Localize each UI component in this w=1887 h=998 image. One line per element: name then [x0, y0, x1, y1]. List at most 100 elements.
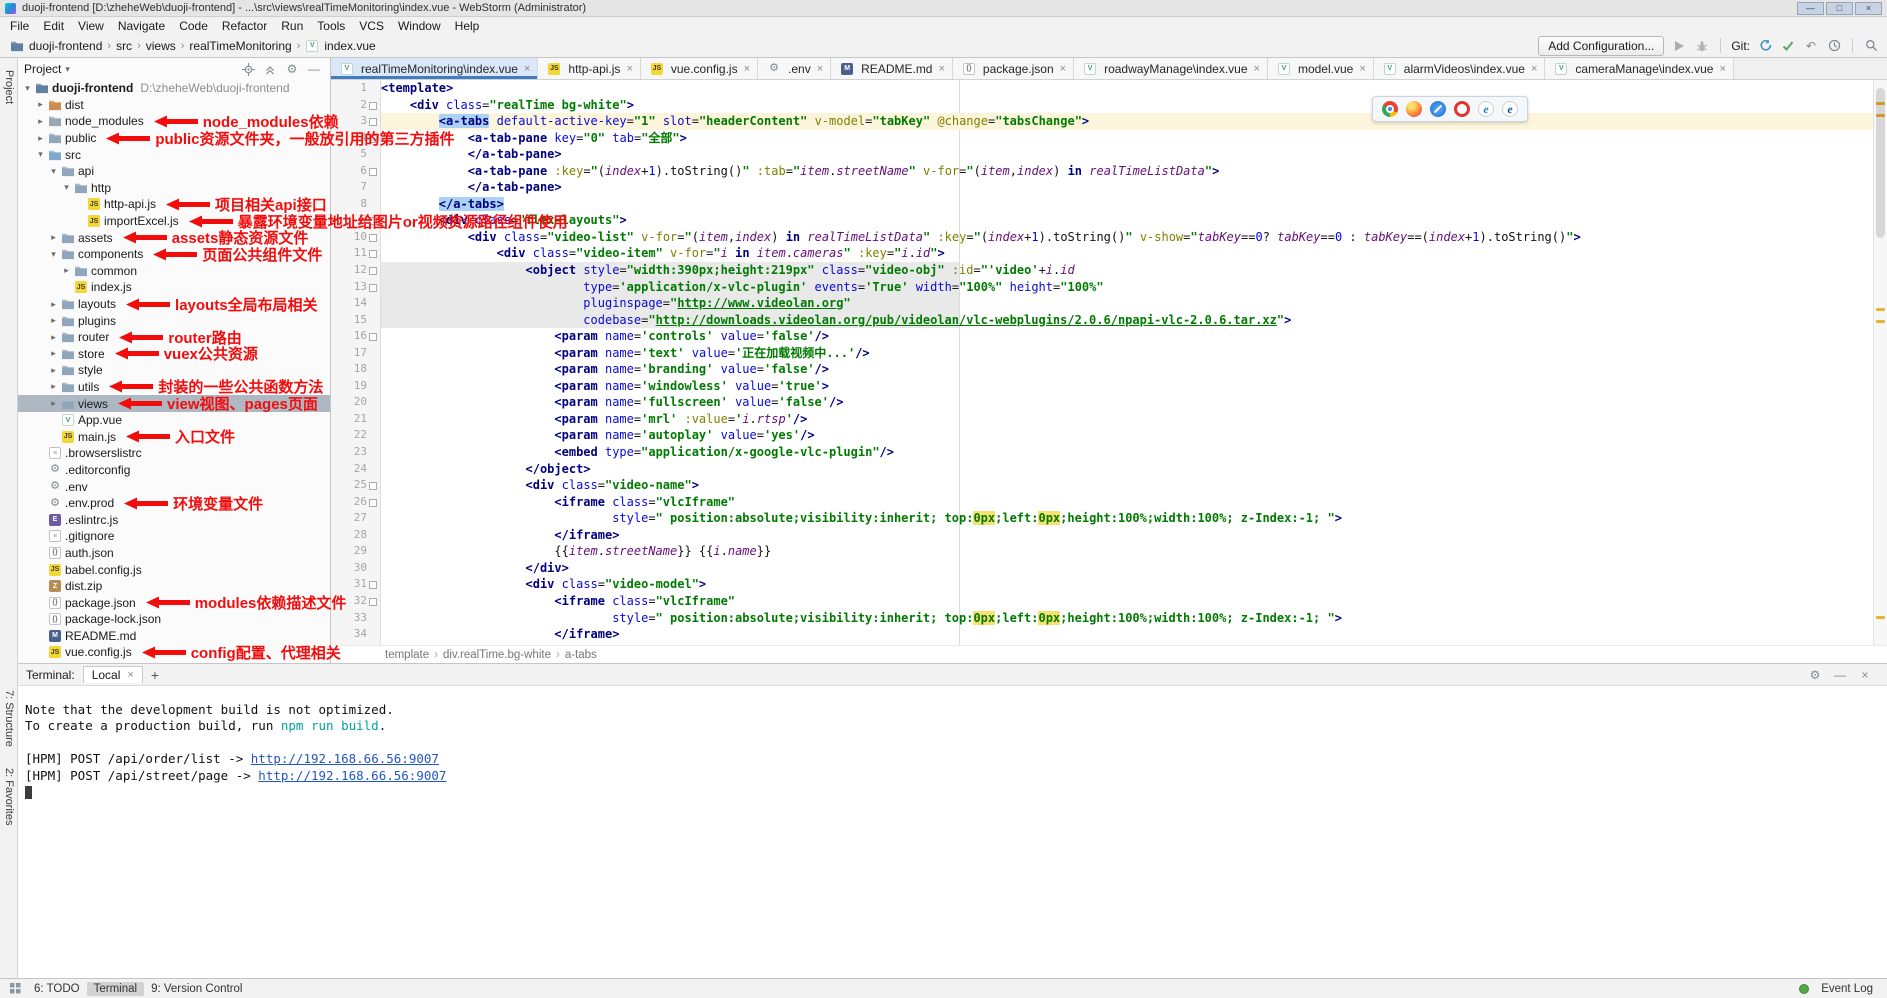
editor-breadcrumb-item[interactable]: template: [385, 649, 429, 661]
chevron-down-icon[interactable]: ▾: [35, 149, 46, 160]
menu-item-edit[interactable]: Edit: [36, 19, 71, 33]
chevron-right-icon[interactable]: ▸: [35, 116, 46, 127]
error-stripe-mark[interactable]: [1876, 320, 1885, 323]
git-commit-check-icon[interactable]: [1780, 38, 1796, 54]
stripe-favorites-button[interactable]: 2: Favorites: [3, 768, 15, 825]
tree-item-.eslintrc.js[interactable]: E.eslintrc.js: [18, 511, 330, 528]
status-9-version-control[interactable]: 9: Version Control: [144, 982, 249, 996]
tree-item-views[interactable]: ▸viewsview视图、pages页面: [18, 395, 330, 412]
close-icon[interactable]: ×: [127, 669, 133, 681]
menu-item-navigate[interactable]: Navigate: [111, 19, 172, 33]
chevron-down-icon[interactable]: ▾: [48, 166, 59, 177]
terminal-output[interactable]: Note that the development build is not o…: [18, 686, 1887, 978]
tree-item-vue.config.js[interactable]: JSvue.config.jsconfig配置、代理相关: [18, 644, 330, 661]
edge-icon[interactable]: e: [1502, 101, 1518, 117]
tree-item-api[interactable]: ▾api: [18, 163, 330, 180]
chevron-right-icon[interactable]: ▸: [48, 365, 59, 376]
menu-item-vcs[interactable]: VCS: [352, 19, 391, 33]
close-icon[interactable]: ×: [1254, 63, 1260, 75]
stripe-project-button[interactable]: Project: [3, 70, 15, 104]
editor-tab[interactable]: JSvue.config.js×: [641, 58, 758, 79]
close-terminal-icon[interactable]: ×: [1857, 667, 1873, 683]
tree-item-common[interactable]: ▸common: [18, 263, 330, 280]
close-icon[interactable]: ×: [1060, 63, 1066, 75]
chevron-down-icon[interactable]: ▾: [22, 83, 33, 94]
firefox-icon[interactable]: [1406, 101, 1422, 117]
close-icon[interactable]: ×: [1531, 63, 1537, 75]
git-revert-icon[interactable]: ↶: [1803, 38, 1819, 54]
maximize-button[interactable]: □: [1826, 2, 1853, 15]
hide-terminal-icon[interactable]: —: [1832, 667, 1848, 683]
menu-item-file[interactable]: File: [3, 19, 36, 33]
chevron-right-icon[interactable]: ▸: [48, 398, 59, 409]
debug-bug-icon[interactable]: [1694, 38, 1710, 54]
minimize-button[interactable]: —: [1797, 2, 1824, 15]
breadcrumb-item[interactable]: duoji-frontend: [29, 39, 102, 53]
terminal-link[interactable]: http://192.168.66.56:9007: [251, 751, 439, 766]
tree-item-store[interactable]: ▸storevuex公共资源: [18, 346, 330, 363]
error-stripe-mark[interactable]: [1876, 616, 1885, 619]
tree-item-.browserslistrc[interactable]: ≡.browserslistrc: [18, 445, 330, 462]
editor-tab[interactable]: VroadwayManage\index.vue×: [1074, 58, 1268, 79]
history-clock-icon[interactable]: [1826, 38, 1842, 54]
tree-item-duoji-frontend[interactable]: ▾duoji-frontendD:\zheheWeb\duoji-fronten…: [18, 80, 330, 97]
chevron-right-icon[interactable]: ▸: [61, 265, 72, 276]
gear-icon[interactable]: ⚙: [284, 61, 300, 77]
tree-item-package-lock.json[interactable]: {}package-lock.json: [18, 611, 330, 628]
add-configuration-button[interactable]: Add Configuration...: [1538, 36, 1664, 56]
error-stripe-mark[interactable]: [1876, 308, 1885, 311]
tree-item-src[interactable]: ▾src: [18, 146, 330, 163]
menu-item-tools[interactable]: Tools: [310, 19, 352, 33]
tree-item-layouts[interactable]: ▸layoutslayouts全局布局相关: [18, 296, 330, 313]
close-icon[interactable]: ×: [938, 63, 944, 75]
status-6-todo[interactable]: 6: TODO: [27, 982, 87, 996]
terminal-settings-gear-icon[interactable]: ⚙: [1807, 667, 1823, 683]
scrollbar-thumb[interactable]: [1876, 88, 1885, 238]
collapse-all-icon[interactable]: [262, 61, 278, 77]
editor-tab[interactable]: VrealTimeMonitoring\index.vue×: [331, 58, 538, 79]
menu-item-refactor[interactable]: Refactor: [215, 19, 274, 33]
chevron-down-icon[interactable]: ▾: [61, 182, 72, 193]
close-button[interactable]: ×: [1855, 2, 1882, 15]
tree-item-auth.json[interactable]: {}auth.json: [18, 545, 330, 562]
chevron-right-icon[interactable]: ▸: [48, 232, 59, 243]
tree-item-public[interactable]: ▸publicpublic资源文件夹，一般放引用的第三方插件: [18, 130, 330, 147]
git-update-icon[interactable]: [1757, 38, 1773, 54]
chevron-right-icon[interactable]: ▸: [48, 332, 59, 343]
terminal-tab-local[interactable]: Local ×: [83, 666, 143, 683]
editor-tab[interactable]: ⚙.env×: [758, 58, 831, 79]
chevron-down-icon[interactable]: ▾: [48, 249, 59, 260]
breadcrumb-item[interactable]: realTimeMonitoring: [189, 39, 291, 53]
editor-tab[interactable]: ValarmVideos\index.vue×: [1374, 58, 1546, 79]
editor-tab[interactable]: JShttp-api.js×: [538, 58, 640, 79]
menu-item-code[interactable]: Code: [172, 19, 215, 33]
status-terminal[interactable]: Terminal: [87, 982, 144, 996]
terminal-link[interactable]: http://192.168.66.56:9007: [258, 768, 446, 783]
menu-item-view[interactable]: View: [71, 19, 111, 33]
chevron-right-icon[interactable]: ▸: [48, 348, 59, 359]
event-log-icon[interactable]: [1799, 984, 1809, 994]
new-terminal-icon[interactable]: +: [151, 667, 159, 683]
breadcrumb-item[interactable]: views: [146, 39, 176, 53]
close-icon[interactable]: ×: [1359, 63, 1365, 75]
breadcrumb-item[interactable]: index.vue: [324, 39, 375, 53]
chrome-icon[interactable]: [1382, 101, 1398, 117]
safari-icon[interactable]: [1430, 101, 1446, 117]
editor-tab[interactable]: VcameraManage\index.vue×: [1545, 58, 1734, 79]
chevron-right-icon[interactable]: ▸: [48, 315, 59, 326]
code-editor[interactable]: <template> <div class="realTime bg-white…: [381, 80, 1873, 645]
tree-item-.editorconfig[interactable]: ⚙.editorconfig: [18, 462, 330, 479]
breadcrumb-item[interactable]: src: [116, 39, 132, 53]
editor-breadcrumb-item[interactable]: a-tabs: [565, 649, 597, 661]
editor-tab[interactable]: MREADME.md×: [831, 58, 953, 79]
event-log-button[interactable]: Event Log: [1814, 982, 1880, 996]
tree-item-package.json[interactable]: {}package.jsonmodules依赖描述文件: [18, 594, 330, 611]
close-icon[interactable]: ×: [524, 63, 530, 75]
opera-icon[interactable]: [1454, 101, 1470, 117]
close-icon[interactable]: ×: [1719, 63, 1725, 75]
menu-item-run[interactable]: Run: [274, 19, 310, 33]
tree-item-babel.config.js[interactable]: JSbabel.config.js: [18, 561, 330, 578]
tree-item-components[interactable]: ▾components页面公共组件文件: [18, 246, 330, 263]
close-icon[interactable]: ×: [744, 63, 750, 75]
locate-file-icon[interactable]: [240, 61, 256, 77]
